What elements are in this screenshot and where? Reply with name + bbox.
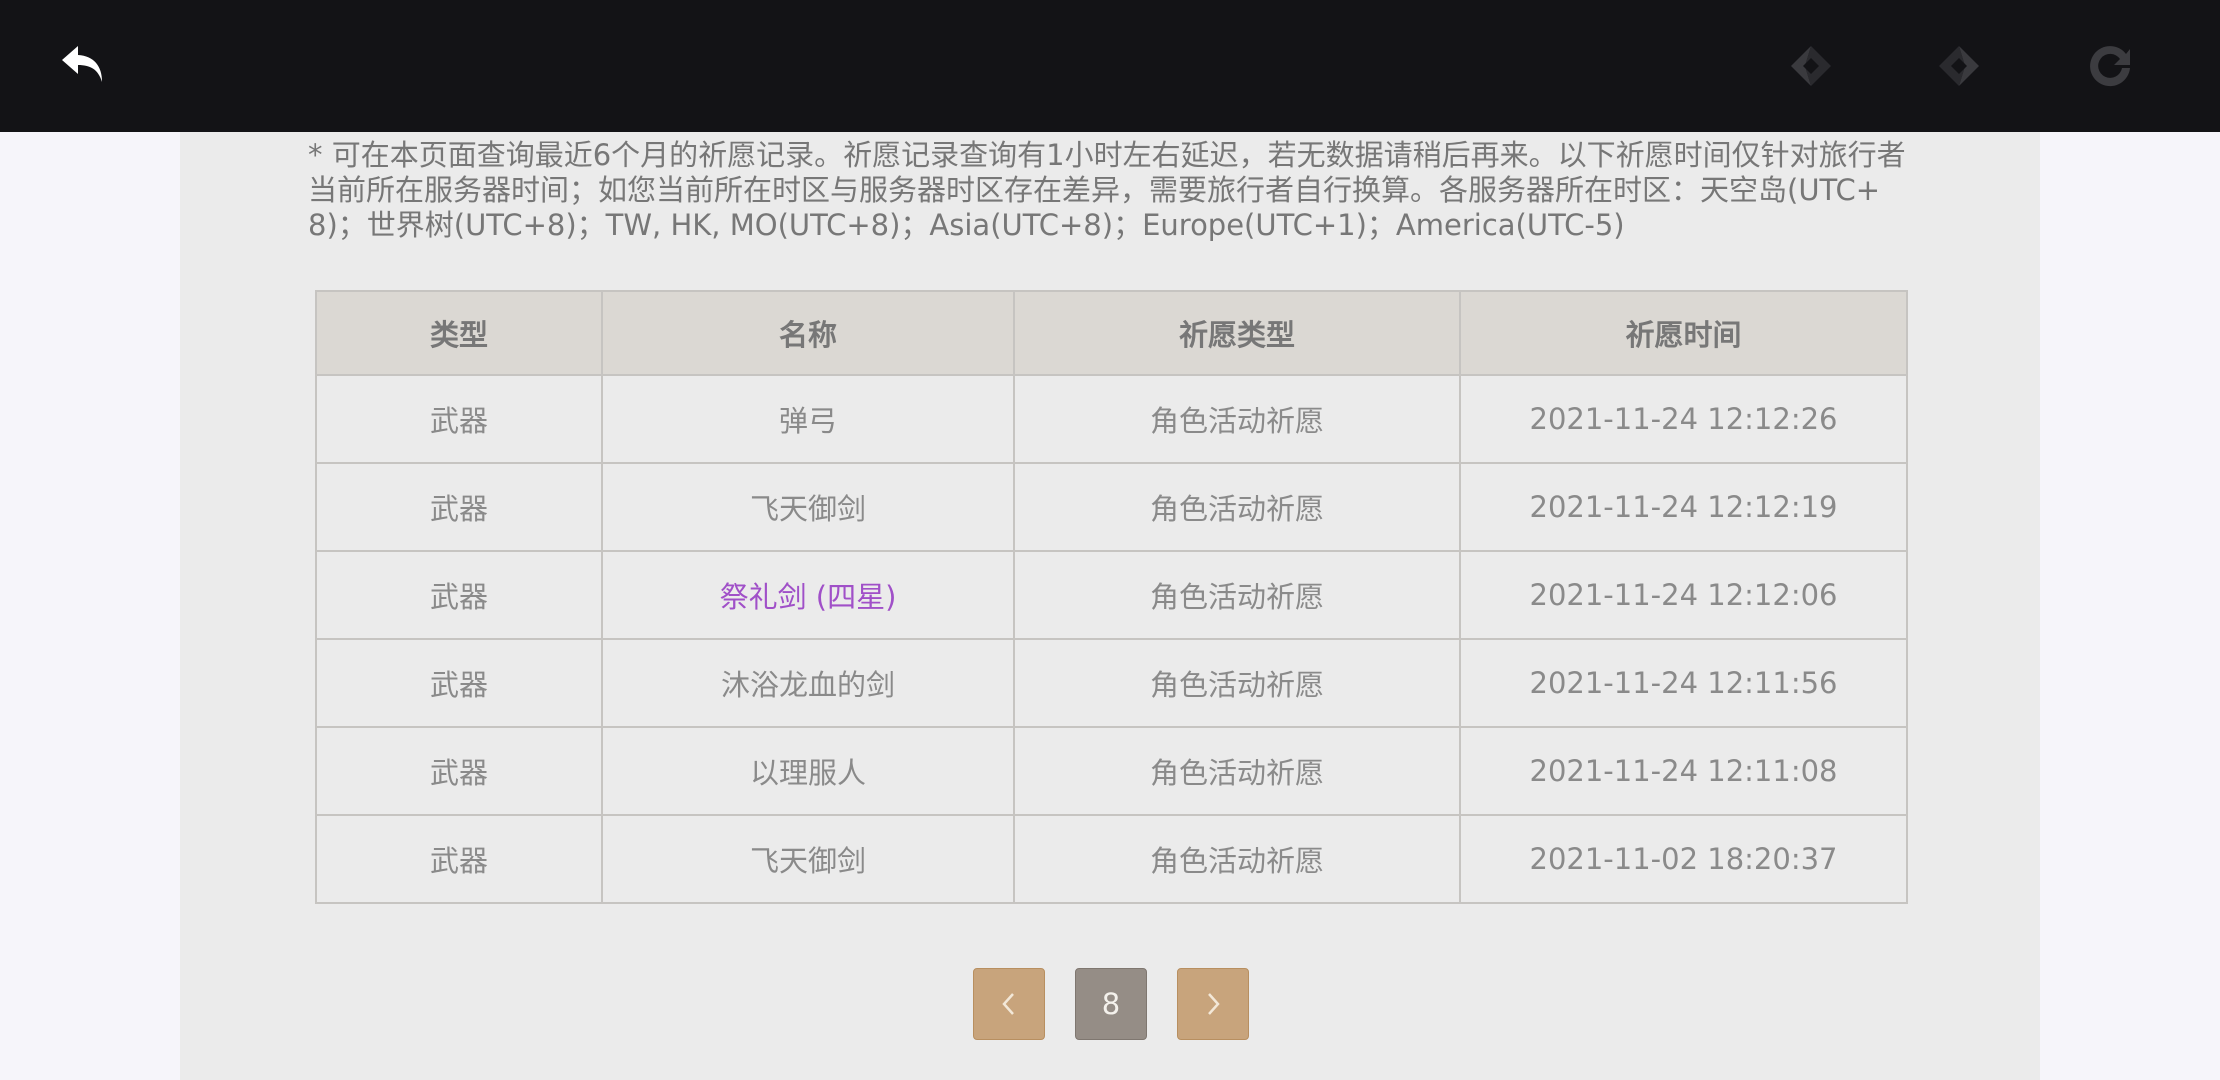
table-row: 武器 弹弓 角色活动祈愿 2021-11-24 12:12:26 — [315, 374, 1908, 464]
cell-wish-type: 角色活动祈愿 — [1013, 550, 1461, 640]
wish-history-panel: * 可在本页面查询最近6个月的祈愿记录。祈愿记录查询有1小时左右延迟，若无数据请… — [180, 132, 2040, 1080]
cell-wish-time: 2021-11-24 12:12:26 — [1459, 374, 1908, 464]
chevron-left-icon — [1002, 993, 1014, 1015]
cell-type: 武器 — [315, 462, 603, 552]
cell-wish-time: 2021-11-02 18:20:37 — [1459, 814, 1908, 904]
cell-wish-type: 角色活动祈愿 — [1013, 462, 1461, 552]
table-row: 武器 飞天御剑 角色活动祈愿 2021-11-02 18:20:37 — [315, 814, 1908, 904]
wish-history-table: 类型 名称 祈愿类型 祈愿时间 武器 弹弓 角色活动祈愿 2021-11-24 … — [315, 290, 1908, 904]
cell-wish-type: 角色活动祈愿 — [1013, 814, 1461, 904]
prev-page-button[interactable] — [973, 968, 1045, 1040]
cell-name: 飞天御剑 — [601, 462, 1015, 552]
table-row: 武器 沐浴龙血的剑 角色活动祈愿 2021-11-24 12:11:56 — [315, 638, 1908, 728]
current-page-indicator[interactable]: 8 — [1075, 968, 1147, 1040]
cell-type: 武器 — [315, 550, 603, 640]
cell-wish-time: 2021-11-24 12:11:56 — [1459, 638, 1908, 728]
notice-text: * 可在本页面查询最近6个月的祈愿记录。祈愿记录查询有1小时左右延迟，若无数据请… — [308, 138, 1906, 242]
table-row: 武器 祭礼剑 (四星) 角色活动祈愿 2021-11-24 12:12:06 — [315, 550, 1908, 640]
nav-back-button[interactable] — [1775, 30, 1847, 102]
cell-name: 沐浴龙血的剑 — [601, 638, 1015, 728]
cell-name-four-star: 祭礼剑 (四星) — [601, 550, 1015, 640]
refresh-icon — [2090, 46, 2130, 87]
cell-name: 弹弓 — [601, 374, 1015, 464]
cell-name: 飞天御剑 — [601, 814, 1015, 904]
cell-type: 武器 — [315, 638, 603, 728]
nav-forward-icon — [1939, 46, 1979, 86]
cell-wish-time: 2021-11-24 12:12:19 — [1459, 462, 1908, 552]
cell-type: 武器 — [315, 374, 603, 464]
cell-wish-time: 2021-11-24 12:12:06 — [1459, 550, 1908, 640]
next-page-button[interactable] — [1177, 968, 1249, 1040]
refresh-button[interactable] — [2074, 30, 2146, 102]
cell-wish-time: 2021-11-24 12:11:08 — [1459, 726, 1908, 816]
cell-wish-type: 角色活动祈愿 — [1013, 638, 1461, 728]
header-type: 类型 — [315, 290, 603, 376]
table-header-row: 类型 名称 祈愿类型 祈愿时间 — [315, 290, 1908, 376]
back-arrow-icon — [62, 46, 102, 82]
header-wish-type: 祈愿类型 — [1013, 290, 1461, 376]
nav-forward-button[interactable] — [1923, 30, 1995, 102]
cell-wish-type: 角色活动祈愿 — [1013, 726, 1461, 816]
header-wish-time: 祈愿时间 — [1459, 290, 1908, 376]
header-name: 名称 — [601, 290, 1015, 376]
top-bar — [0, 0, 2220, 132]
nav-back-icon — [1791, 46, 1831, 86]
cell-type: 武器 — [315, 726, 603, 816]
chevron-right-icon — [1208, 993, 1220, 1015]
back-button[interactable] — [48, 30, 120, 102]
cell-name: 以理服人 — [601, 726, 1015, 816]
table-row: 武器 飞天御剑 角色活动祈愿 2021-11-24 12:12:19 — [315, 462, 1908, 552]
cell-wish-type: 角色活动祈愿 — [1013, 374, 1461, 464]
cell-type: 武器 — [315, 814, 603, 904]
table-row: 武器 以理服人 角色活动祈愿 2021-11-24 12:11:08 — [315, 726, 1908, 816]
